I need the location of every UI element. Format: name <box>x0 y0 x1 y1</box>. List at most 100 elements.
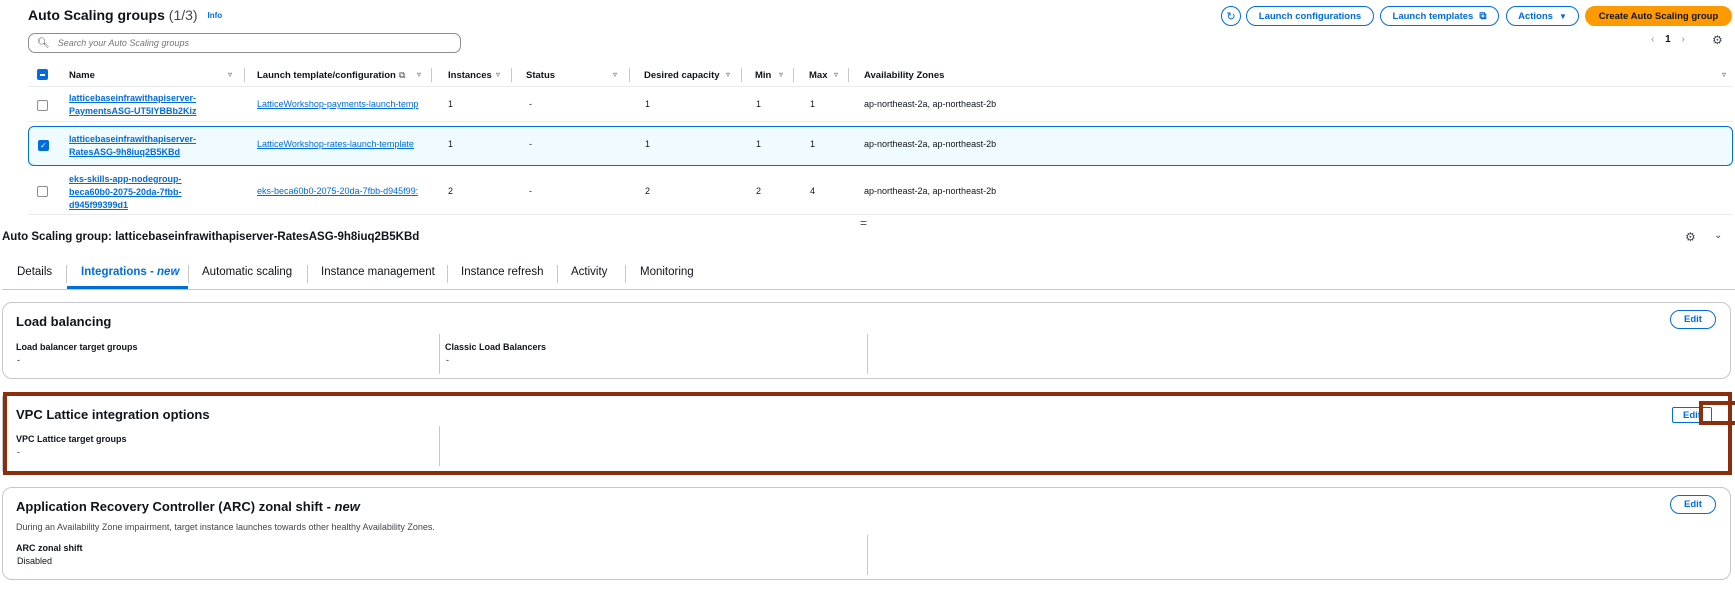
tab-instance-refresh[interactable]: Instance refresh <box>461 266 543 278</box>
split-panel-handle[interactable]: = <box>860 216 867 230</box>
page-number[interactable]: 1 <box>1665 34 1671 45</box>
desired-value: 1 <box>645 139 651 149</box>
highlight-box <box>3 392 1732 475</box>
tab-integrations[interactable]: Integrations - new <box>81 266 179 278</box>
max-value: 1 <box>810 139 816 149</box>
search-field[interactable]: 🔍︎ <box>28 33 461 53</box>
preferences-gear-icon[interactable]: ⚙ <box>1712 33 1723 47</box>
arc-zonal-shift-value: Disabled <box>17 556 53 566</box>
col-name[interactable]: Name <box>69 70 95 81</box>
info-link[interactable]: Info <box>207 11 222 20</box>
status-value: - <box>529 99 532 109</box>
external-link-icon: ⧉ <box>1479 10 1487 22</box>
col-desired-capacity[interactable]: Desired capacity <box>644 70 720 81</box>
arc-zonal-shift-label: ARC zonal shift <box>16 543 83 553</box>
col-status[interactable]: Status <box>526 70 555 81</box>
external-link-icon: ⧉ <box>399 70 406 80</box>
launch-configurations-label: Launch configurations <box>1258 10 1362 22</box>
col-launch-template[interactable]: Launch template/configuration <box>257 70 396 81</box>
arc-description: During an Availability Zone impairment, … <box>16 522 435 532</box>
launch-templates-button[interactable]: Launch templates ⧉ <box>1380 6 1499 26</box>
edit-highlight-box <box>1699 401 1735 425</box>
tab-monitoring[interactable]: Monitoring <box>640 266 694 278</box>
table-row-selected[interactable]: ✓ latticebaseinfrawithapiserver- RatesASG… <box>28 126 1733 166</box>
tab-automatic-scaling[interactable]: Automatic scaling <box>202 266 292 278</box>
arc-edit-button[interactable]: Edit <box>1670 495 1716 514</box>
instances-value: 2 <box>448 186 454 196</box>
desired-value: 2 <box>645 186 651 196</box>
launch-template-link[interactable]: eks-beca60b0-2075-20da-7fbb-d945f99: <box>257 186 418 196</box>
search-icon: 🔍︎ <box>37 37 50 49</box>
instances-value: 1 <box>448 99 454 109</box>
az-value: ap-northeast-2a, ap-northeast-2b <box>864 139 997 149</box>
launch-templates-label: Launch templates <box>1392 10 1474 22</box>
row-checkbox[interactable] <box>37 100 48 111</box>
min-value: 1 <box>756 139 762 149</box>
table-header: Name ▿ Launch template/configuration ⧉ ▿… <box>28 65 1733 87</box>
refresh-icon: ↻ <box>1226 10 1236 23</box>
select-all-checkbox[interactable] <box>37 69 48 80</box>
selection-count: (1/3) <box>168 7 198 23</box>
max-value: 4 <box>810 186 816 196</box>
classic-lb-value: - <box>446 355 449 365</box>
classic-lb-label: Classic Load Balancers <box>445 342 547 352</box>
col-instances[interactable]: Instances <box>448 70 492 81</box>
launch-template-link[interactable]: LatticeWorkshop-payments-launch-temp <box>257 99 418 109</box>
actions-button[interactable]: Actions ▼ <box>1506 6 1579 26</box>
sort-icon[interactable]: ▿ <box>228 70 232 79</box>
tab-details[interactable]: Details <box>17 266 52 278</box>
az-value: ap-northeast-2a, ap-northeast-2b <box>864 186 997 196</box>
sort-icon[interactable]: ▿ <box>834 70 838 79</box>
create-label: Create Auto Scaling group <box>1598 10 1719 22</box>
col-availability-zones[interactable]: Availability Zones <box>864 70 944 81</box>
next-page-icon[interactable]: › <box>1681 34 1684 45</box>
col-min[interactable]: Min <box>755 70 771 81</box>
asg-name-link[interactable]: latticebaseinfrawithapiserver- RatesASG-9… <box>69 133 196 159</box>
instances-value: 1 <box>448 139 454 149</box>
asg-name-link[interactable]: latticebaseinfrawithapiserver- PaymentsAS… <box>69 92 197 118</box>
page-title-text: Auto Scaling groups <box>28 7 165 23</box>
row-checkbox[interactable] <box>37 186 48 197</box>
status-value: - <box>529 139 532 149</box>
tab-instance-management[interactable]: Instance management <box>321 266 435 278</box>
details-title: Auto Scaling group: latticebaseinfrawith… <box>2 231 420 243</box>
min-value: 1 <box>756 99 762 109</box>
page-title: Auto Scaling groups (1/3) Info <box>28 7 222 23</box>
load-balancing-title: Load balancing <box>16 314 112 329</box>
table-row[interactable]: eks-skills-app-nodegroup-beca60b0-2075-2… <box>28 170 1733 215</box>
col-max[interactable]: Max <box>809 70 827 81</box>
sort-icon[interactable]: ▿ <box>613 70 617 79</box>
pagination: ‹ 1 › <box>1651 34 1685 45</box>
load-balancing-panel: Load balancing Edit Load balancer target… <box>2 302 1731 379</box>
load-balancing-edit-button[interactable]: Edit <box>1670 310 1716 329</box>
lb-target-groups-value: - <box>17 355 20 365</box>
tab-bar: Details Integrations - new Automatic sca… <box>2 264 1735 290</box>
create-auto-scaling-group-button[interactable]: Create Auto Scaling group <box>1585 6 1732 26</box>
collapse-chevron-icon[interactable]: ⌄ <box>1714 230 1722 241</box>
search-input[interactable] <box>55 37 436 49</box>
asg-name-link[interactable]: eks-skills-app-nodegroup-beca60b0-2075-2… <box>69 173 182 212</box>
launch-template-link[interactable]: LatticeWorkshop-rates-launch-template <box>257 139 414 149</box>
sort-icon[interactable]: ▿ <box>779 70 783 79</box>
az-value: ap-northeast-2a, ap-northeast-2b <box>864 99 997 109</box>
prev-page-icon[interactable]: ‹ <box>1651 34 1654 45</box>
details-gear-icon[interactable]: ⚙ <box>1685 230 1696 244</box>
actions-label: Actions <box>1518 10 1553 22</box>
min-value: 2 <box>756 186 762 196</box>
sort-icon[interactable]: ▿ <box>726 70 730 79</box>
caret-down-icon: ▼ <box>1558 11 1567 21</box>
max-value: 1 <box>810 99 816 109</box>
refresh-button[interactable]: ↻ <box>1221 6 1241 26</box>
desired-value: 1 <box>645 99 651 109</box>
sort-icon[interactable]: ▿ <box>496 70 500 79</box>
tab-activity[interactable]: Activity <box>571 266 607 278</box>
arc-zonal-shift-panel: Application Recovery Controller (ARC) zo… <box>2 487 1731 580</box>
table-row[interactable]: latticebaseinfrawithapiserver- PaymentsAS… <box>28 88 1733 122</box>
sort-icon[interactable]: ▿ <box>1722 70 1726 79</box>
sort-icon[interactable]: ▿ <box>417 70 421 79</box>
arc-title: Application Recovery Controller (ARC) zo… <box>16 499 360 514</box>
status-value: - <box>529 186 532 196</box>
launch-configurations-button[interactable]: Launch configurations <box>1246 6 1374 26</box>
lb-target-groups-label: Load balancer target groups <box>16 342 138 352</box>
row-checkbox-checked[interactable]: ✓ <box>38 140 49 151</box>
